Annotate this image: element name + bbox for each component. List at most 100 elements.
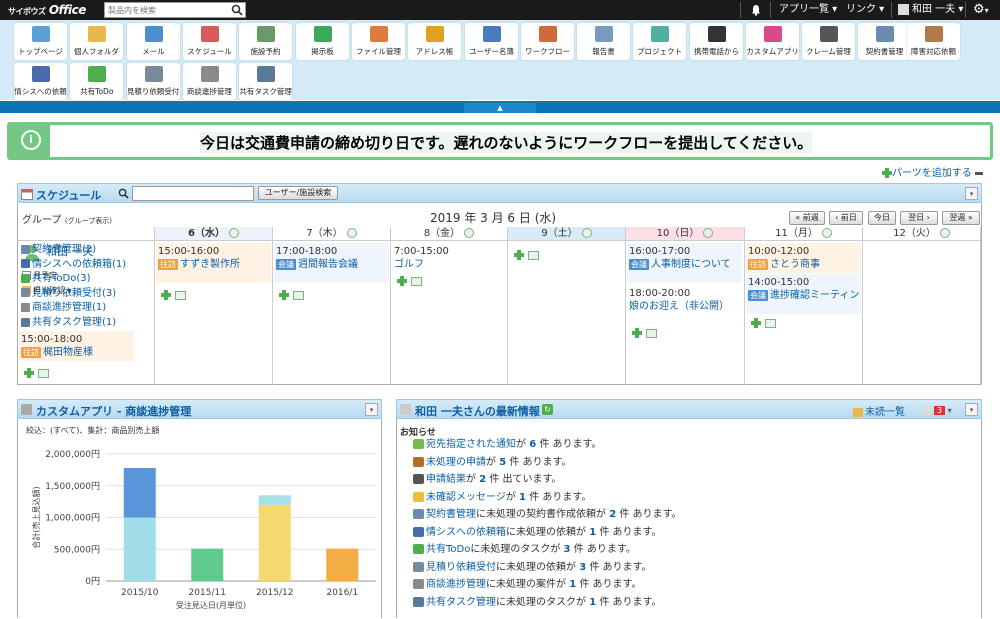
search-icon[interactable] xyxy=(118,188,129,199)
bar-segment[interactable] xyxy=(258,495,291,505)
news-item-link[interactable]: 情シスへの依頼箱 xyxy=(426,527,506,538)
news-item-link[interactable]: 契約書管理 xyxy=(426,509,476,520)
event-d11b[interactable]: 18:00-20:00 娘のお迎え（非公開） xyxy=(627,285,742,323)
news-menu-dropdown[interactable]: ▾ xyxy=(965,403,978,416)
day-cell-7[interactable] xyxy=(863,241,981,385)
add-schedule-icon[interactable] xyxy=(228,228,239,238)
unread-list-link[interactable]: 未読一覧 xyxy=(853,403,905,418)
todo-link[interactable]: 共有タスク管理(1) xyxy=(21,316,116,329)
app-20-button[interactable]: 見積り依頼受付 xyxy=(126,63,180,100)
next-week-button[interactable]: 翌週 » xyxy=(942,211,980,225)
news-item[interactable]: 共有タスク管理に未処理のタスクが 1 件 あります。 xyxy=(413,596,662,610)
prev-week-button[interactable]: « 前週 xyxy=(789,211,825,225)
add-schedule-icon[interactable] xyxy=(703,228,714,238)
event-d9[interactable]: 7:00-15:00 ゴルフ xyxy=(392,243,507,273)
news-item-link[interactable]: 共有タスク管理 xyxy=(426,597,496,608)
event-d8[interactable]: 17:00-18:00 会議 週間報告会議 xyxy=(274,243,389,283)
bar-segment[interactable] xyxy=(191,548,224,581)
event-title[interactable]: 進捗確認ミーティング xyxy=(770,290,859,301)
day-cell-2[interactable]: 17:00-18:00 会議 週間報告会議 xyxy=(273,241,391,385)
app-13-button[interactable]: 携帯電話から xyxy=(690,23,743,60)
add-icon[interactable] xyxy=(279,290,289,300)
app-7-button[interactable]: ファイル管理 xyxy=(352,23,405,60)
news-item-link[interactable]: 共有ToDo xyxy=(426,544,470,555)
app-4-button[interactable]: スケジュール xyxy=(183,23,236,60)
news-item[interactable]: 情シスへの依頼箱に未処理の依頼が 1 件 あります。 xyxy=(413,526,662,540)
add-icon[interactable] xyxy=(161,290,171,300)
news-item-link[interactable]: 見積り依頼受付 xyxy=(426,562,496,573)
add-event-controls[interactable] xyxy=(397,275,422,288)
event-title[interactable]: さとう商事 xyxy=(770,259,820,270)
add-schedule-icon[interactable] xyxy=(346,228,357,238)
notification-badge[interactable]: 3 ▾ xyxy=(922,403,952,416)
todo-link[interactable]: 情シスへの依頼箱(1) xyxy=(21,258,126,271)
day-header-1[interactable]: 6（水） xyxy=(155,227,273,241)
app-8-button[interactable]: アドレス帳 xyxy=(408,23,461,60)
next-day-button[interactable]: 翌日 › xyxy=(900,211,938,225)
day-cell-1[interactable]: 15:00-16:00 往訪 すずき製作所 xyxy=(155,241,273,385)
add-icon[interactable] xyxy=(632,328,642,338)
day-cell-4[interactable] xyxy=(508,241,626,385)
todo-link[interactable]: 契約書管理(2) xyxy=(21,243,96,256)
add-repeat-icon[interactable] xyxy=(528,250,539,260)
app-19-button[interactable]: 共有ToDo xyxy=(70,63,124,100)
add-icon[interactable] xyxy=(751,318,761,328)
event-title[interactable]: 人事制度について xyxy=(651,259,731,270)
news-item[interactable]: 申請結果が 2 件 出ています。 xyxy=(413,473,562,487)
gear-icon[interactable]: ⚙▾ xyxy=(973,0,989,20)
event-d12b[interactable]: 14:00-15:00 会議進捗確認ミーティング xyxy=(746,274,861,314)
event-d6[interactable]: 15:00-18:00 往訪 梶田物産様 xyxy=(19,331,134,361)
event-title[interactable]: ゴルフ xyxy=(394,259,424,270)
app-9-button[interactable]: ユーザー名簿 xyxy=(465,23,518,60)
add-schedule-icon[interactable] xyxy=(464,228,475,238)
bar-segment[interactable] xyxy=(258,504,291,581)
add-icon[interactable] xyxy=(514,250,524,260)
app-21-button[interactable]: 商談進捗管理 xyxy=(182,63,236,100)
event-title[interactable]: 梶田物産様 xyxy=(43,347,93,358)
link-menu[interactable]: リンク ▾ xyxy=(846,0,884,20)
add-event-controls[interactable] xyxy=(161,289,186,302)
app-3-button[interactable]: メール xyxy=(127,23,180,60)
day-header-6[interactable]: 11（月） xyxy=(745,227,863,241)
bell-icon[interactable] xyxy=(750,4,762,16)
add-schedule-icon[interactable] xyxy=(939,228,950,238)
bar-segment[interactable] xyxy=(123,467,156,518)
news-item-link[interactable]: 商談進捗管理 xyxy=(426,579,486,590)
search-input[interactable] xyxy=(105,3,229,18)
news-item[interactable]: 商談進捗管理に未処理の案件が 1 件 あります。 xyxy=(413,578,642,592)
add-schedule-icon[interactable] xyxy=(821,228,832,238)
day-header-3[interactable]: 8（金） xyxy=(391,227,508,241)
search-icon[interactable] xyxy=(231,4,243,16)
event-d12a[interactable]: 10:00-12:00 往訪 さとう商事 xyxy=(746,243,861,273)
todo-link[interactable]: 商談進捗管理(1) xyxy=(21,301,106,314)
app-18-button[interactable]: 情シスへの依頼 xyxy=(14,63,67,100)
app-list-menu[interactable]: アプリ一覧 ▾ xyxy=(779,0,837,20)
add-event-controls[interactable] xyxy=(24,367,49,380)
bar-segment[interactable] xyxy=(123,517,156,582)
news-item-link[interactable]: 未処理の申請 xyxy=(426,457,486,468)
app-12-button[interactable]: プロジェクト xyxy=(633,23,686,60)
app-17-button[interactable]: 障害対応依頼 xyxy=(907,23,960,60)
custom-app-menu-dropdown[interactable]: ▾ xyxy=(365,403,378,416)
collapse-toggle[interactable]: ▲ xyxy=(464,103,536,113)
news-item[interactable]: 見積り依頼受付に未処理の依頼が 3 件 あります。 xyxy=(413,561,652,575)
add-repeat-icon[interactable] xyxy=(293,290,304,300)
news-item-link[interactable]: 未確認メッセージ xyxy=(426,492,506,503)
app-1-button[interactable]: トップページ xyxy=(14,23,67,60)
add-event-controls[interactable] xyxy=(514,249,539,262)
event-title[interactable]: 娘のお迎え（非公開） xyxy=(629,301,729,312)
news-item[interactable]: 共有ToDoに未処理のタスクが 3 件 あります。 xyxy=(413,543,636,557)
add-repeat-icon[interactable] xyxy=(765,318,776,328)
add-icon[interactable] xyxy=(397,276,407,286)
day-header-5[interactable]: 10（日） xyxy=(626,227,745,241)
schedule-menu-dropdown[interactable]: ▾ xyxy=(965,187,978,200)
schedule-search-input[interactable] xyxy=(132,186,254,201)
app-15-button[interactable]: クレーム管理 xyxy=(802,23,855,60)
news-item[interactable]: 契約書管理に未処理の契約書作成依頼が 2 件 あります。 xyxy=(413,508,682,522)
news-item[interactable]: 宛先指定された通知が 6 件 あります。 xyxy=(413,438,602,452)
todo-link[interactable]: 見積り依頼受付(3) xyxy=(21,287,116,300)
add-repeat-icon[interactable] xyxy=(175,290,186,300)
app-14-button[interactable]: カスタムアプリ xyxy=(746,23,799,60)
add-event-controls[interactable] xyxy=(279,289,304,302)
app-16-button[interactable]: 契約書管理 xyxy=(858,23,911,60)
